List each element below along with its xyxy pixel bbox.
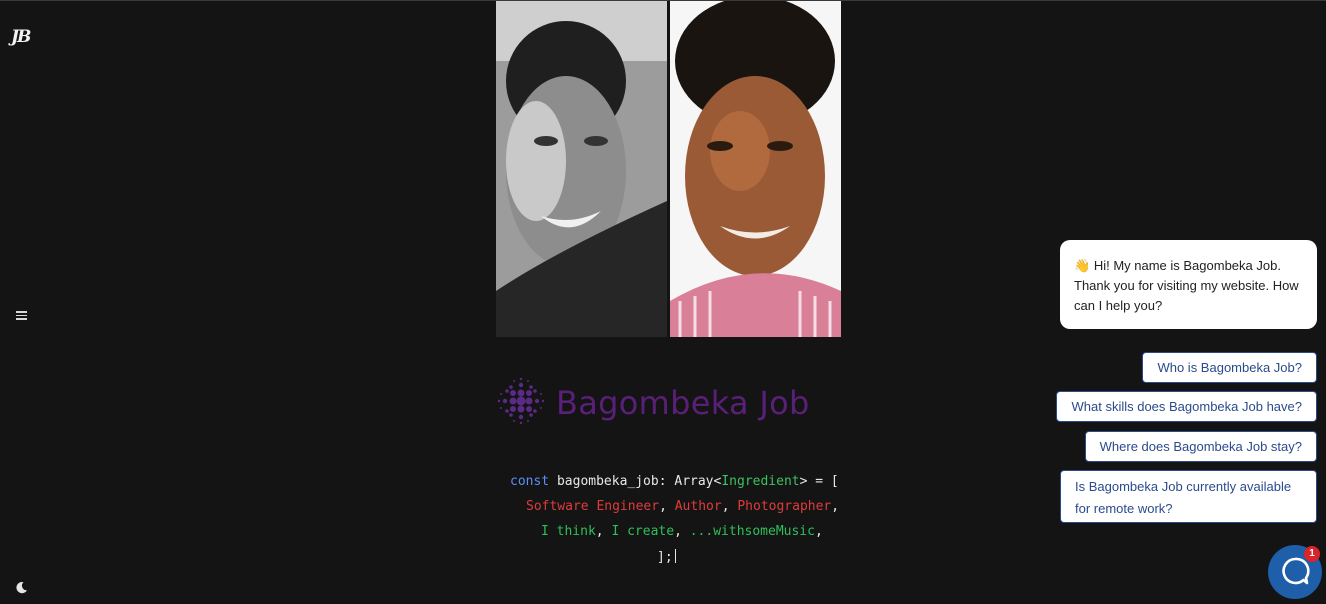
brand-header: Bagombeka Job: [496, 377, 810, 429]
moon-icon[interactable]: [15, 581, 28, 594]
chat-option-remote[interactable]: Is Bagombeka Job currently available for…: [1060, 470, 1317, 523]
hamburger-menu-icon[interactable]: [16, 311, 27, 320]
code-line-1: const bagombeka_job: Array<Ingredient> =…: [510, 474, 839, 489]
text-caret: [674, 549, 676, 563]
site-logo[interactable]: JB: [11, 26, 33, 48]
waving-hand-icon: 👋: [1074, 258, 1091, 273]
chat-greeting-bubble: 👋 Hi! My name is Bagombeka Job. Thank yo…: [1060, 240, 1317, 329]
chat-option-who[interactable]: Who is Bagombeka Job?: [1142, 352, 1317, 383]
brand-name: Bagombeka Job: [556, 384, 810, 422]
code-line-3: I think, I create, ...withsomeMusic,: [541, 524, 823, 539]
chat-option-location[interactable]: Where does Bagombeka Job stay?: [1084, 431, 1317, 462]
chat-option-skills[interactable]: What skills does Bagombeka Job have?: [1056, 391, 1317, 422]
dot-burst-logo-icon: [496, 376, 546, 431]
portrait-photo-right: [670, 1, 841, 337]
portrait-photo-left: [496, 1, 667, 337]
code-line-2: Software Engineer, Author, Photographer,: [526, 499, 840, 514]
chat-greeting-text: Hi! My name is Bagombeka Job. Thank you …: [1074, 258, 1299, 313]
notification-badge: 1: [1304, 546, 1320, 562]
code-line-4: ];: [657, 549, 676, 565]
